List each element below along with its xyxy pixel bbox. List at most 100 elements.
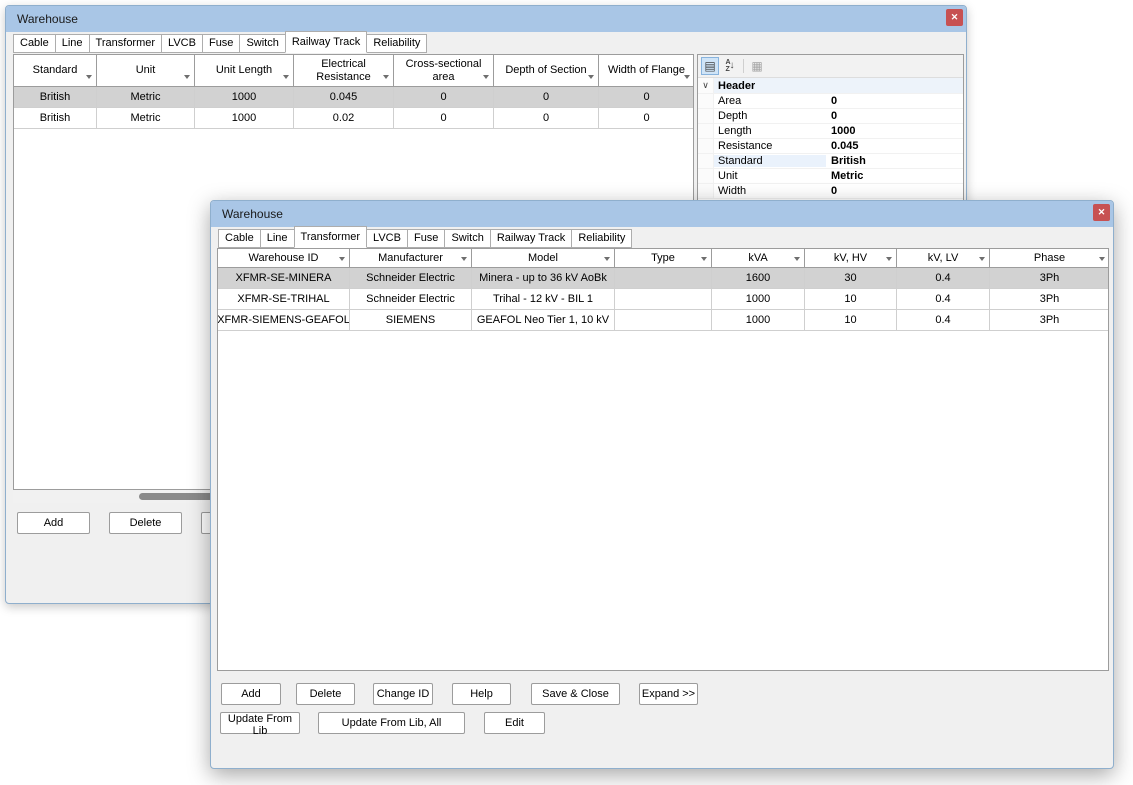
titlebar[interactable]: Warehouse ✕ <box>6 6 966 32</box>
tab-railway-track[interactable]: Railway Track <box>285 31 367 53</box>
table-cell: Metric <box>97 108 195 129</box>
tab-fuse[interactable]: Fuse <box>202 34 240 53</box>
property-value[interactable]: Metric <box>826 170 863 182</box>
column-label: Manufacturer <box>378 252 443 265</box>
property-gutter <box>698 154 714 168</box>
update-from-lib-all-button[interactable]: Update From Lib, All <box>318 712 465 734</box>
table-row[interactable]: XFMR-SE-TRIHALSchneider ElectricTrihal -… <box>218 289 1108 310</box>
column-header-warehouse-id[interactable]: Warehouse ID <box>218 249 350 268</box>
sort-alphabetical-icon[interactable]: AZ ↓ <box>721 57 739 75</box>
table-cell <box>615 310 712 331</box>
save-close-button[interactable]: Save & Close <box>531 683 620 705</box>
property-row-width[interactable]: Width0 <box>698 184 963 199</box>
sort-arrow-icon[interactable] <box>604 257 610 261</box>
tab-lvcb[interactable]: LVCB <box>366 229 408 248</box>
column-header-kv-hv[interactable]: kV, HV <box>805 249 897 268</box>
column-header-kva[interactable]: kVA <box>712 249 805 268</box>
categorized-icon[interactable]: ▤ <box>701 57 719 75</box>
edit-button[interactable]: Edit <box>484 712 545 734</box>
tab-fuse[interactable]: Fuse <box>407 229 445 248</box>
add-button[interactable]: Add <box>221 683 281 705</box>
window-title: Warehouse <box>222 207 283 221</box>
change-id-button[interactable]: Change ID <box>373 683 433 705</box>
column-header-phase[interactable]: Phase <box>990 249 1109 268</box>
sort-arrow-icon[interactable] <box>588 75 594 79</box>
column-header-width-of-flange[interactable]: Width of Flange <box>599 55 694 87</box>
property-category-row[interactable]: ∨Header <box>698 78 963 94</box>
front-button-row-2: Update From Lib Update From Lib, All Edit <box>211 712 1113 736</box>
tab-line[interactable]: Line <box>260 229 295 248</box>
close-button[interactable]: ✕ <box>946 9 963 26</box>
sort-arrow-icon[interactable] <box>339 257 345 261</box>
tab-reliability[interactable]: Reliability <box>366 34 427 53</box>
sort-arrow-icon[interactable] <box>684 75 690 79</box>
property-value[interactable]: 1000 <box>826 125 855 137</box>
table-row[interactable]: XFMR-SIEMENS-GEAFOLSIEMENSGEAFOL Neo Tie… <box>218 310 1108 331</box>
sort-arrow-icon[interactable] <box>184 75 190 79</box>
property-row-area[interactable]: Area0 <box>698 94 963 109</box>
sort-arrow-icon[interactable] <box>383 75 389 79</box>
titlebar[interactable]: Warehouse ✕ <box>211 201 1113 227</box>
column-header-cross-sectional-area[interactable]: Cross-sectional area <box>394 55 494 87</box>
sort-arrow-icon[interactable] <box>701 257 707 261</box>
column-header-unit-length[interactable]: Unit Length <box>195 55 294 87</box>
tab-switch[interactable]: Switch <box>239 34 285 53</box>
column-header-depth-of-section[interactable]: Depth of Section <box>494 55 599 87</box>
property-value[interactable]: British <box>826 155 866 167</box>
property-value[interactable]: 0 <box>826 185 837 197</box>
sort-arrow-icon[interactable] <box>979 257 985 261</box>
column-header-model[interactable]: Model <box>472 249 615 268</box>
collapse-chevron-icon[interactable]: ∨ <box>698 78 714 93</box>
property-gutter <box>698 109 714 123</box>
table-cell: 3Ph <box>990 268 1109 289</box>
tab-reliability[interactable]: Reliability <box>571 229 632 248</box>
delete-button[interactable]: Delete <box>109 512 182 534</box>
tab-railway-track[interactable]: Railway Track <box>490 229 572 248</box>
sort-arrow-icon[interactable] <box>283 75 289 79</box>
property-value[interactable]: 0 <box>826 95 837 107</box>
column-header-standard[interactable]: Standard <box>14 55 97 87</box>
column-header-kv-lv[interactable]: kV, LV <box>897 249 990 268</box>
property-row-standard[interactable]: StandardBritish <box>698 154 963 169</box>
table-row[interactable]: XFMR-SE-MINERASchneider ElectricMinera -… <box>218 268 1108 289</box>
table-row[interactable]: BritishMetric10000.045000 <box>14 87 693 108</box>
tab-switch[interactable]: Switch <box>444 229 490 248</box>
sort-arrow-icon[interactable] <box>483 75 489 79</box>
table-row[interactable]: BritishMetric10000.02000 <box>14 108 693 129</box>
close-button[interactable]: ✕ <box>1093 204 1110 221</box>
add-button[interactable]: Add <box>17 512 90 534</box>
property-row-resistance[interactable]: Resistance0.045 <box>698 139 963 154</box>
table-cell: XFMR-SE-MINERA <box>218 268 350 289</box>
tab-line[interactable]: Line <box>55 34 90 53</box>
sort-arrow-icon[interactable] <box>794 257 800 261</box>
help-button[interactable]: Help <box>452 683 511 705</box>
table-cell: 0 <box>599 108 694 129</box>
column-label: kV, LV <box>928 252 959 265</box>
column-header-unit[interactable]: Unit <box>97 55 195 87</box>
tab-cable[interactable]: Cable <box>218 229 261 248</box>
tab-transformer[interactable]: Transformer <box>89 34 163 53</box>
property-row-length[interactable]: Length1000 <box>698 124 963 139</box>
expand-button[interactable]: Expand >> <box>639 683 698 705</box>
property-pages-icon[interactable]: ▦ <box>748 57 766 75</box>
column-header-electrical-resistance[interactable]: Electrical Resistance <box>294 55 394 87</box>
property-row-depth[interactable]: Depth0 <box>698 109 963 124</box>
sort-arrow-icon[interactable] <box>461 257 467 261</box>
property-value[interactable]: 0.045 <box>826 140 859 152</box>
property-row-unit[interactable]: UnitMetric <box>698 169 963 184</box>
tab-transformer[interactable]: Transformer <box>294 226 368 248</box>
property-value[interactable]: 0 <box>826 110 837 122</box>
table-cell: 1000 <box>195 108 294 129</box>
sort-arrow-icon[interactable] <box>1099 257 1105 261</box>
column-label: Model <box>528 252 558 265</box>
update-from-lib-button[interactable]: Update From Lib <box>220 712 300 734</box>
delete-button[interactable]: Delete <box>296 683 355 705</box>
table-cell: 10 <box>805 289 897 310</box>
sort-arrow-icon[interactable] <box>86 75 92 79</box>
table-cell: 0 <box>494 87 599 108</box>
tab-cable[interactable]: Cable <box>13 34 56 53</box>
column-header-manufacturer[interactable]: Manufacturer <box>350 249 472 268</box>
tab-lvcb[interactable]: LVCB <box>161 34 203 53</box>
sort-arrow-icon[interactable] <box>886 257 892 261</box>
column-header-type[interactable]: Type <box>615 249 712 268</box>
